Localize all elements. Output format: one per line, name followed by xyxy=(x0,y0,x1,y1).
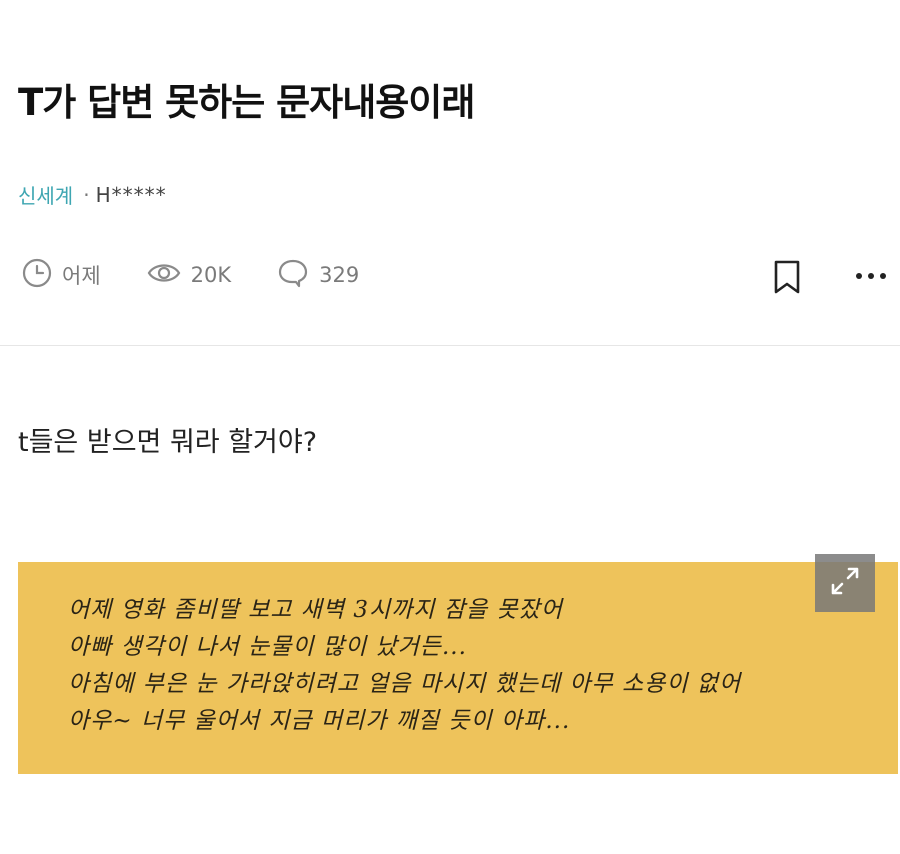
divider xyxy=(0,345,900,346)
bookmark-icon[interactable] xyxy=(770,259,804,299)
channel-link[interactable]: 신세계 xyxy=(18,180,73,209)
post-title: T가 답변 못하는 문자내용이래 xyxy=(18,81,475,124)
comments-meta[interactable]: 329 xyxy=(277,258,359,293)
author-row: 신세계 · H***** xyxy=(18,180,167,209)
separator: · xyxy=(83,182,90,207)
note-line: 아빠 생각이 나서 눈물이 많이 났거든... xyxy=(68,634,467,660)
note-text: 어제 영화 좀비딸 보고 새벽 3시까지 잠을 못잤어 아빠 생각이 나서 눈물… xyxy=(68,592,741,740)
time-label: 어제 xyxy=(62,264,101,288)
clock-icon xyxy=(22,258,62,293)
comments-count: 329 xyxy=(319,263,360,287)
expand-image-button[interactable] xyxy=(815,554,875,612)
post-meta: 어제 20K 329 xyxy=(22,255,405,295)
note-line: 아침에 부은 눈 가라앉히려고 얼음 마시지 했는데 아무 소용이 없어 xyxy=(68,671,742,697)
comment-bubble-icon xyxy=(277,258,319,293)
note-line: 아우~ 너무 울어서 지금 머리가 깨질 듯이 아파... xyxy=(68,708,571,734)
more-dots-icon[interactable] xyxy=(854,263,888,293)
note-image[interactable]: 어제 영화 좀비딸 보고 새벽 3시까지 잠을 못잤어 아빠 생각이 나서 눈물… xyxy=(18,554,898,774)
views-meta: 20K xyxy=(147,258,232,293)
eye-icon xyxy=(147,258,191,293)
expand-arrows-icon xyxy=(827,563,863,603)
views-count: 20K xyxy=(190,263,232,287)
time-meta: 어제 xyxy=(22,258,101,293)
author-name: H***** xyxy=(95,182,167,207)
post-body: t들은 받으면 뭐라 할거야? xyxy=(18,427,318,458)
note-line: 어제 영화 좀비딸 보고 새벽 3시까지 잠을 못잤어 xyxy=(68,597,563,623)
